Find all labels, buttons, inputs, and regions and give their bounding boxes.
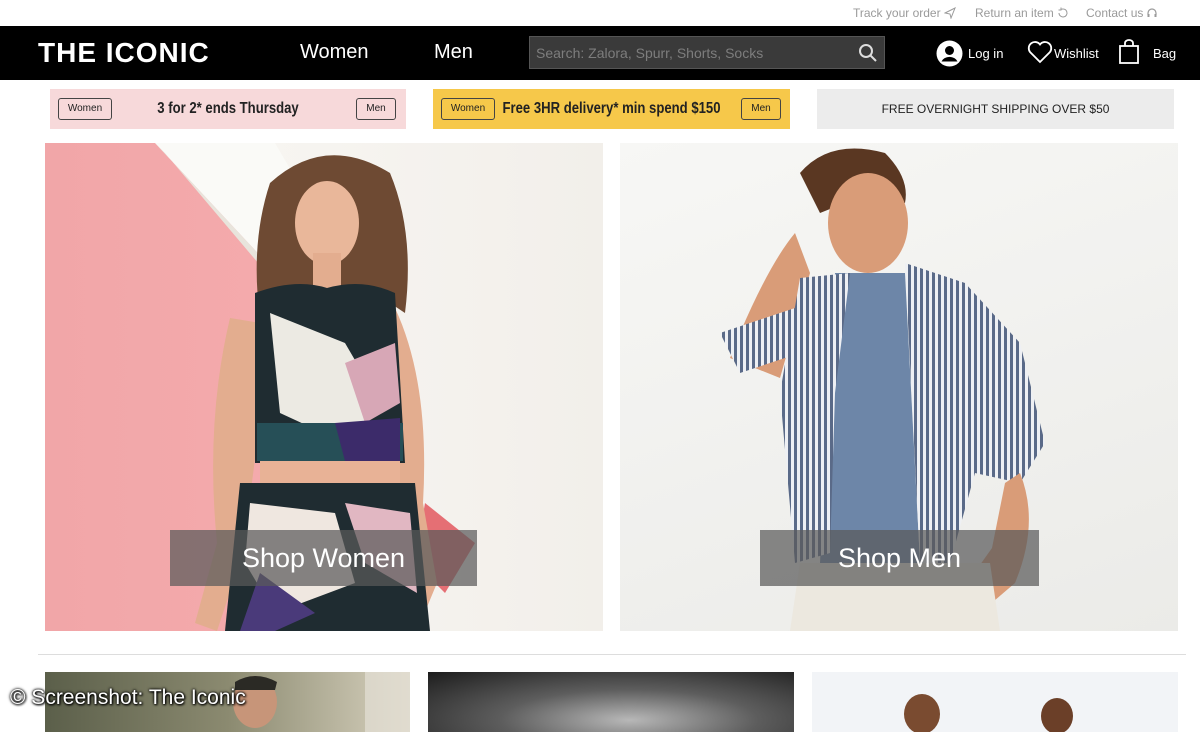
promo-women-button[interactable]: Women: [441, 98, 495, 120]
promo-men-button[interactable]: Men: [356, 98, 396, 120]
promo-banner-shipping[interactable]: FREE OVERNIGHT SHIPPING OVER $50: [817, 89, 1174, 129]
feature-tile-3[interactable]: [812, 672, 1178, 732]
bag-label: Bag: [1153, 46, 1177, 61]
login-label: Log in: [968, 46, 1004, 61]
promo-women-button[interactable]: Women: [58, 98, 112, 120]
login-link[interactable]: Log in: [936, 26, 1006, 80]
utility-bar: Track your order Return an item Contact …: [0, 0, 1200, 26]
hero-men[interactable]: Shop Men: [620, 143, 1178, 631]
headset-icon: [1147, 8, 1157, 17]
promo-text: FREE OVERNIGHT SHIPPING OVER $50: [881, 102, 1110, 116]
wishlist-link[interactable]: Wishlist: [1027, 26, 1099, 80]
feature-tile-2[interactable]: [428, 672, 794, 732]
track-order-link[interactable]: Track your order: [853, 6, 956, 20]
promo-text: 3 for 2* ends Thursday: [157, 100, 299, 117]
search-input[interactable]: [536, 37, 856, 68]
promo-text: Free 3HR delivery* min spend $150: [502, 100, 721, 117]
return-item-link[interactable]: Return an item: [975, 6, 1069, 20]
bag-link[interactable]: Bag: [1118, 26, 1178, 80]
tile-3-image: [904, 694, 1073, 732]
section-divider: [38, 654, 1186, 655]
shopping-bag-icon: [1119, 39, 1139, 64]
user-icon: [936, 40, 963, 67]
main-header: THE ICONIC Women Men Log in Wishlist Bag: [0, 26, 1200, 80]
tile-2-image: [428, 672, 794, 732]
hero-women[interactable]: Shop Women: [45, 143, 603, 631]
search-box: [529, 36, 885, 69]
promo-banner-3for2[interactable]: 3 for 2* ends Thursday Women Men: [50, 89, 406, 129]
contact-us-link[interactable]: Contact us: [1086, 6, 1158, 20]
send-icon: [943, 6, 956, 20]
heart-icon: [1027, 41, 1053, 64]
shop-men-button[interactable]: Shop Men: [760, 530, 1039, 586]
track-order-label: Track your order: [853, 6, 941, 20]
promo-men-button[interactable]: Men: [741, 98, 781, 120]
site-logo[interactable]: THE ICONIC: [38, 37, 210, 69]
nav-women[interactable]: Women: [300, 41, 369, 64]
contact-us-label: Contact us: [1086, 6, 1144, 20]
screenshot-credit: © Screenshot: The Iconic: [10, 686, 246, 709]
search-icon[interactable]: [858, 43, 878, 63]
return-item-label: Return an item: [975, 6, 1054, 20]
shop-women-button[interactable]: Shop Women: [170, 530, 477, 586]
return-icon: [1058, 7, 1068, 18]
nav-men[interactable]: Men: [434, 41, 473, 64]
wishlist-label: Wishlist: [1054, 46, 1099, 61]
promo-banner-delivery[interactable]: Free 3HR delivery* min spend $150 Women …: [433, 89, 790, 129]
